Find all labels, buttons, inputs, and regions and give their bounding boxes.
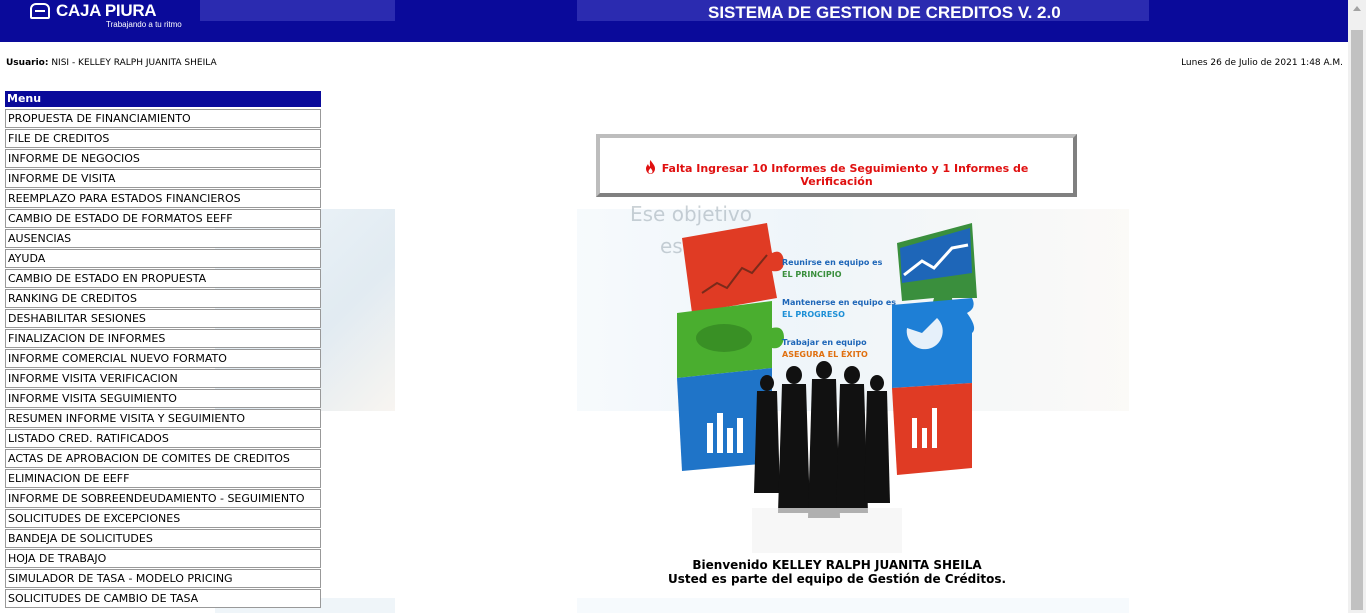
vertical-scrollbar[interactable] <box>1348 0 1366 613</box>
brand-tagline: Trabajando a tu ritmo <box>106 20 182 29</box>
scrollbar-thumb[interactable] <box>1351 30 1363 610</box>
menu-item[interactable]: INFORME DE VISITA <box>5 169 321 188</box>
menu-item[interactable]: BANDEJA DE SOLICITUDES <box>5 529 321 548</box>
illustration-text: ASEGURA EL ÉXITO <box>782 348 868 359</box>
welcome-line: Usted es parte del equipo de Gestión de … <box>667 572 1007 586</box>
menu-item[interactable]: DESHABILITAR SESIONES <box>5 309 321 328</box>
menu-item[interactable]: ELIMINACION DE EEFF <box>5 469 321 488</box>
logo-mark-icon <box>30 3 50 19</box>
menu-item[interactable]: CAMBIO DE ESTADO EN PROPUESTA <box>5 269 321 288</box>
welcome-line: Bienvenido KELLEY RALPH JUANITA SHEILA <box>692 558 982 572</box>
brand-name: CAJA PIURA <box>56 1 157 20</box>
menu-item[interactable]: INFORME DE NEGOCIOS <box>5 149 321 168</box>
background-image <box>577 598 1129 613</box>
menu-item[interactable]: INFORME VISITA SEGUIMIENTO <box>5 389 321 408</box>
fire-icon <box>645 160 655 174</box>
alert-message: Falta Ingresar 10 Informes de Seguimient… <box>661 162 1029 188</box>
menu-item[interactable]: PROPUESTA DE FINANCIAMIENTO <box>5 109 321 128</box>
menu-item[interactable]: SIMULADOR DE TASA - MODELO PRICING <box>5 569 321 588</box>
illustration-text: Trabajar en equipo <box>782 338 867 347</box>
menu-item[interactable]: AYUDA <box>5 249 321 268</box>
menu-item[interactable]: SOLICITUDES DE CAMBIO DE TASA <box>5 589 321 608</box>
menu-item[interactable]: INFORME DE SOBREENDEUDAMIENTO - SEGUIMIE… <box>5 489 321 508</box>
main-menu: Menu PROPUESTA DE FINANCIAMIENTO FILE DE … <box>5 91 321 609</box>
menu-item[interactable]: RESUMEN INFORME VISITA Y SEGUIMIENTO <box>5 409 321 428</box>
welcome-message: Bienvenido KELLEY RALPH JUANITA SHEILA U… <box>577 558 1097 586</box>
user-label: Usuario: <box>6 58 49 68</box>
app-header: CAJA PIURA Trabajando a tu ritmo SISTEMA… <box>0 0 1348 42</box>
illustration-text: EL PRINCIPIO <box>782 270 842 279</box>
illustration-text: Mantenerse en equipo es <box>782 298 896 307</box>
logo: CAJA PIURA Trabajando a tu ritmo <box>30 1 182 29</box>
menu-item[interactable]: SOLICITUDES DE EXCEPCIONES <box>5 509 321 528</box>
current-date: Lunes 26 de Julio de 2021 1:48 A.M. <box>1181 58 1343 68</box>
teamwork-puzzle-illustration: Reunirse en equipo es EL PRINCIPIO Mante… <box>677 223 977 553</box>
menu-item[interactable]: LISTADO CRED. RATIFICADOS <box>5 429 321 448</box>
menu-item[interactable]: ACTAS DE APROBACION DE COMITES DE CREDIT… <box>5 449 321 468</box>
menu-item[interactable]: RANKING DE CREDITOS <box>5 289 321 308</box>
menu-item[interactable]: REEMPLAZO PARA ESTADOS FINANCIEROS <box>5 189 321 208</box>
user-value: NISI - KELLEY RALPH JUANITA SHEILA <box>51 58 217 68</box>
menu-title: Menu <box>5 91 321 107</box>
menu-item[interactable]: INFORME VISITA VERIFICACION <box>5 369 321 388</box>
menu-item[interactable]: FILE DE CREDITOS <box>5 129 321 148</box>
menu-item[interactable]: AUSENCIAS <box>5 229 321 248</box>
scroll-up-icon[interactable] <box>1353 6 1361 11</box>
user-info: Usuario: NISI - KELLEY RALPH JUANITA SHE… <box>6 58 217 68</box>
illustration-text: Reunirse en equipo es <box>782 258 883 267</box>
illustration-text: EL PROGRESO <box>782 310 845 319</box>
menu-item[interactable]: CAMBIO DE ESTADO DE FORMATOS EEFF <box>5 209 321 228</box>
header-decoration <box>200 0 395 21</box>
pending-reports-alert: Falta Ingresar 10 Informes de Seguimient… <box>596 134 1077 197</box>
menu-item[interactable]: INFORME COMERCIAL NUEVO FORMATO <box>5 349 321 368</box>
app-title: SISTEMA DE GESTION DE CREDITOS V. 2.0 <box>708 3 1061 22</box>
menu-item[interactable]: FINALIZACION DE INFORMES <box>5 329 321 348</box>
menu-item[interactable]: HOJA DE TRABAJO <box>5 549 321 568</box>
